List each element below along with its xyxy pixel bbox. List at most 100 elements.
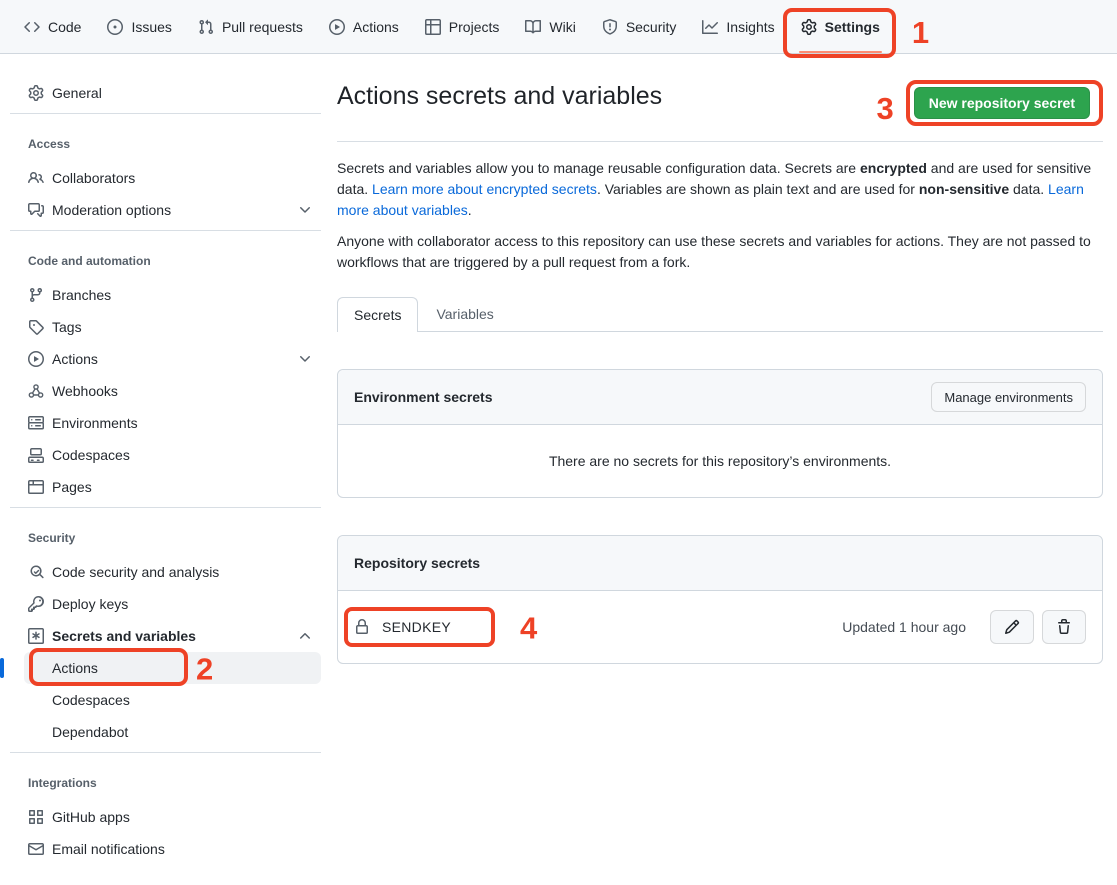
sidebar-item-email-notifications[interactable]: Email notifications	[24, 833, 321, 865]
tab-security[interactable]: Security	[594, 0, 685, 53]
environment-secrets-empty-message: There are no secrets for this repository…	[338, 425, 1102, 497]
sidebar-item-environments[interactable]: Environments	[24, 407, 321, 439]
repository-secrets-panel: Repository secrets SENDKEY 4 Updated 1 h…	[337, 535, 1103, 664]
pencil-icon	[1004, 619, 1020, 635]
sidebar-item-label: Code security and analysis	[52, 564, 219, 580]
sidebar-item-label: Codespaces	[52, 447, 130, 463]
code-icon	[24, 19, 40, 35]
description-bold: encrypted	[860, 160, 927, 176]
codespaces-icon	[28, 447, 44, 463]
tab-wiki[interactable]: Wiki	[517, 0, 583, 53]
main-content: Actions secrets and variables 3 New repo…	[337, 54, 1117, 664]
tab-label: Actions	[353, 19, 399, 35]
secrets-variables-tabs: Secrets Variables	[337, 297, 1103, 332]
sidebar-item-label: Deploy keys	[52, 596, 128, 612]
annotation-box-3: New repository secret	[906, 80, 1103, 126]
tab-variables[interactable]: Variables	[420, 297, 509, 331]
tag-icon	[28, 319, 44, 335]
sidebar-section-code-and-automation: Code and automation	[24, 251, 337, 271]
browser-icon	[28, 479, 44, 495]
people-icon	[28, 170, 44, 186]
apps-icon	[28, 809, 44, 825]
sidebar-item-actions[interactable]: Actions	[24, 343, 321, 375]
lock-icon	[354, 619, 370, 635]
issue-opened-icon	[107, 19, 123, 35]
environment-secrets-panel: Environment secrets Manage environments …	[337, 369, 1103, 498]
sidebar-item-github-apps[interactable]: GitHub apps	[24, 801, 321, 833]
sidebar-item-general[interactable]: General	[24, 77, 321, 109]
webhook-icon	[28, 383, 44, 399]
sidebar-section-security: Security	[24, 528, 337, 548]
tab-settings[interactable]: Settings	[793, 0, 888, 53]
sidebar-item-label: Actions	[52, 351, 98, 367]
new-repository-secret-button[interactable]: New repository secret	[914, 87, 1090, 119]
server-icon	[28, 415, 44, 431]
sidebar-item-webhooks[interactable]: Webhooks	[24, 375, 321, 407]
delete-secret-button[interactable]	[1042, 610, 1086, 644]
tab-label: Settings	[825, 19, 880, 35]
chevron-up-icon	[297, 628, 313, 644]
codescan-icon	[28, 564, 44, 580]
gear-icon	[801, 19, 817, 35]
tab-label: Projects	[449, 19, 500, 35]
divider	[10, 230, 321, 231]
tab-actions[interactable]: Actions	[321, 0, 407, 53]
tab-label: Wiki	[549, 19, 575, 35]
manage-environments-button[interactable]: Manage environments	[931, 382, 1086, 412]
secret-name-group: SENDKEY 4	[354, 617, 451, 637]
sidebar-item-codespaces[interactable]: Codespaces	[24, 439, 321, 471]
tab-insights[interactable]: Insights	[694, 0, 782, 53]
environment-secrets-header: Environment secrets Manage environments	[338, 370, 1102, 425]
git-pull-request-icon	[198, 19, 214, 35]
sidebar-item-secrets-and-variables[interactable]: Secrets and variables	[24, 620, 321, 652]
sidebar-item-label: Dependabot	[52, 724, 128, 740]
sidebar-item-label: General	[52, 85, 102, 101]
sidebar-item-branches[interactable]: Branches	[24, 279, 321, 311]
tab-projects[interactable]: Projects	[417, 0, 508, 53]
key-icon	[28, 596, 44, 612]
repo-tab-bar: Code Issues Pull requests Actions Projec…	[0, 0, 1117, 54]
panel-title: Repository secrets	[354, 555, 480, 571]
tab-pull-requests[interactable]: Pull requests	[190, 0, 311, 53]
description-text: Secrets and variables allow you to manag…	[337, 160, 860, 176]
tab-issues[interactable]: Issues	[99, 0, 179, 53]
description-paragraph-1: Secrets and variables allow you to manag…	[337, 158, 1093, 221]
key-asterisk-icon	[28, 628, 44, 644]
tab-label: Security	[626, 19, 677, 35]
book-icon	[525, 19, 541, 35]
sidebar-item-collaborators[interactable]: Collaborators	[24, 162, 321, 194]
sidebar-item-tags[interactable]: Tags	[24, 311, 321, 343]
play-icon	[329, 19, 345, 35]
sidebar-item-moderation-options[interactable]: Moderation options	[24, 194, 321, 226]
sidebar-item-label: Pages	[52, 479, 92, 495]
sidebar-item-label: Tags	[52, 319, 82, 335]
learn-more-encrypted-secrets-link[interactable]: Learn more about encrypted secrets	[372, 181, 597, 197]
mail-icon	[28, 841, 44, 857]
sidebar-item-label: Collaborators	[52, 170, 135, 186]
sidebar-item-label: Webhooks	[52, 383, 118, 399]
sidebar-item-deploy-keys[interactable]: Deploy keys	[24, 588, 321, 620]
table-icon	[425, 19, 441, 35]
secret-updated-timestamp: Updated 1 hour ago	[842, 619, 966, 635]
sidebar-item-secrets-actions[interactable]: Actions 2	[24, 652, 321, 684]
sidebar-item-label: Secrets and variables	[52, 628, 196, 644]
tab-secrets[interactable]: Secrets	[337, 297, 418, 332]
page-header: Actions secrets and variables 3 New repo…	[337, 80, 1103, 142]
tab-code[interactable]: Code	[16, 0, 89, 53]
tab-label: Insights	[726, 19, 774, 35]
sidebar-item-label: Actions	[52, 660, 98, 676]
sidebar-item-secrets-dependabot[interactable]: Dependabot	[24, 716, 321, 748]
description-text: . Variables are shown as plain text and …	[597, 181, 919, 197]
divider	[10, 507, 321, 508]
sidebar-item-pages[interactable]: Pages	[24, 471, 321, 503]
annotation-label-2: 2	[196, 654, 213, 685]
description-text: .	[468, 202, 472, 218]
sidebar-item-secrets-codespaces[interactable]: Codespaces	[24, 684, 321, 716]
repository-secrets-header: Repository secrets	[338, 536, 1102, 591]
edit-secret-button[interactable]	[990, 610, 1034, 644]
chevron-down-icon	[297, 351, 313, 367]
gear-icon	[28, 85, 44, 101]
sidebar-item-label: Environments	[52, 415, 138, 431]
sidebar-item-code-security[interactable]: Code security and analysis	[24, 556, 321, 588]
tab-label: Issues	[131, 19, 171, 35]
